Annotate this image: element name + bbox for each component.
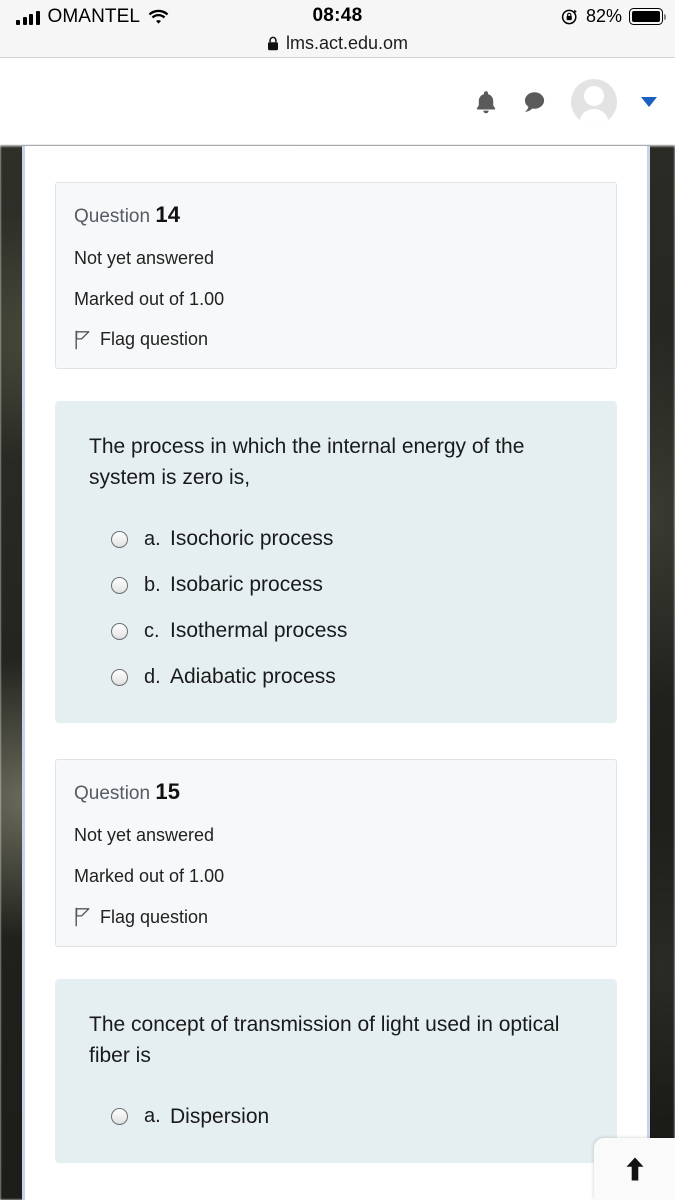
answer-option[interactable]: a. Isochoric process (89, 527, 583, 551)
answer-radio-button[interactable] (111, 530, 128, 548)
answer-option[interactable]: b. Isobaric process (89, 573, 583, 597)
question-number: 15 (155, 779, 181, 805)
question-info-box: Question 15 Not yet answered Marked out … (55, 759, 617, 947)
bell-icon[interactable] (475, 90, 497, 115)
site-navbar (0, 58, 675, 146)
quiz-content: Question 14 Not yet answered Marked out … (25, 182, 647, 1163)
caret-down-icon[interactable] (641, 97, 657, 107)
flag-icon (74, 330, 91, 350)
answer-option[interactable]: d. Adiabatic process (89, 665, 583, 689)
question-state: Not yet answered (74, 825, 215, 846)
question-number: 14 (155, 202, 181, 227)
battery-percentage: 82% (585, 6, 622, 26)
flag-icon (74, 907, 91, 927)
question-label: Question (74, 783, 151, 805)
flag-question-label: Flag question (100, 906, 209, 927)
answer-label: Isothermal process (170, 619, 348, 643)
answer-letter: a. (144, 1105, 161, 1128)
browser-url-bar[interactable]: lms.act.edu.om (0, 28, 675, 58)
question-label: Question (74, 206, 151, 227)
answer-letter: c. (144, 619, 160, 642)
flag-question-label: Flag question (100, 329, 209, 350)
arrow-up-icon (623, 1155, 647, 1183)
phone-screen: OMANTEL 08:48 82% lms.act.edu.om Questio… (0, 0, 675, 1200)
question-info-box: Question 14 Not yet answered Marked out … (55, 182, 617, 370)
question-text: The concept of transmission of light use… (89, 1012, 560, 1067)
question-heading: Question 15 (74, 780, 598, 805)
url-text: lms.act.edu.om (285, 32, 409, 53)
answer-label: Isochoric process (170, 527, 334, 551)
answer-letter: d. (144, 665, 161, 688)
question-heading: Question 14 (74, 202, 598, 228)
answer-radio-button[interactable] (111, 1108, 128, 1126)
answer-label: Adiabatic process (170, 665, 336, 689)
flag-question-button[interactable]: Flag question (74, 329, 598, 350)
answer-radio-button[interactable] (111, 576, 128, 594)
answer-letter: b. (144, 573, 161, 596)
battery-icon (629, 8, 667, 25)
answer-letter: a. (144, 527, 161, 550)
question-marks: Marked out of 1.00 (74, 288, 225, 309)
lock-icon (267, 36, 279, 51)
question-content-block: The process in which the internal energy… (55, 401, 617, 724)
question-text: The process in which the internal energy… (89, 435, 525, 490)
answer-option[interactable]: c. Isothermal process (89, 619, 583, 643)
back-to-top-button[interactable] (594, 1138, 675, 1200)
rotation-lock-icon (561, 8, 579, 26)
chat-bubble-icon[interactable] (521, 90, 547, 114)
answer-options-list: a. Isochoric process b. Isobaric process… (89, 527, 583, 689)
question-content-block: The concept of transmission of light use… (55, 978, 617, 1163)
navbar-icon-group (475, 58, 657, 146)
answer-radio-button[interactable] (111, 622, 128, 640)
user-avatar[interactable] (571, 79, 617, 125)
answer-label: Dispersion (170, 1104, 270, 1128)
ios-status-bar: OMANTEL 08:48 82% lms.act.edu.om (0, 0, 675, 58)
answer-label: Isobaric process (170, 573, 323, 597)
question-state: Not yet answered (74, 247, 215, 268)
question-marks: Marked out of 1.00 (74, 866, 225, 886)
flag-question-button[interactable]: Flag question (74, 907, 598, 928)
status-bar-right: 82% (561, 6, 667, 27)
answer-options-list: a. Dispersion (89, 1105, 583, 1129)
quiz-page: Question 14 Not yet answered Marked out … (22, 146, 650, 1200)
answer-option[interactable]: a. Dispersion (89, 1105, 583, 1129)
answer-radio-button[interactable] (111, 668, 128, 686)
